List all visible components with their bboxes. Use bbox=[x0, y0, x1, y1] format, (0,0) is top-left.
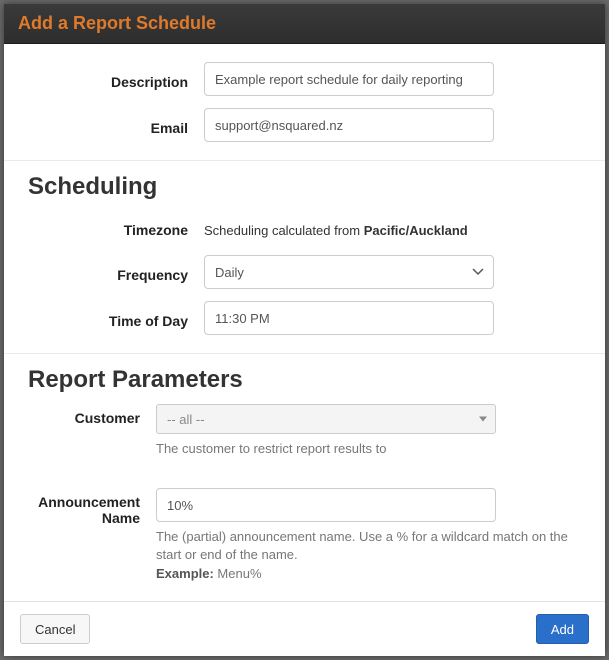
frequency-select[interactable] bbox=[204, 255, 494, 289]
row-customer: Customer -- all -- The customer to restr… bbox=[4, 398, 605, 464]
label-customer: Customer bbox=[10, 404, 156, 458]
divider-report-params bbox=[4, 353, 605, 354]
customer-combobox[interactable]: -- all -- bbox=[156, 404, 496, 434]
divider-scheduling bbox=[4, 160, 605, 161]
field-customer: -- all -- The customer to restrict repor… bbox=[156, 404, 585, 458]
row-timezone: Timezone Scheduling calculated from Paci… bbox=[4, 205, 605, 249]
modal-body: Description Email Scheduling Timezone Sc… bbox=[4, 44, 605, 601]
label-announcement-name: Announcement Name bbox=[10, 488, 156, 583]
add-report-schedule-modal: Add a Report Schedule Description Email … bbox=[4, 4, 605, 656]
modal-backdrop: Add a Report Schedule Description Email … bbox=[0, 0, 609, 660]
row-email: Email bbox=[4, 102, 605, 148]
heading-scheduling: Scheduling bbox=[4, 167, 605, 205]
field-announcement-name: The (partial) announcement name. Use a %… bbox=[156, 488, 585, 583]
field-email bbox=[204, 108, 544, 142]
modal-header: Add a Report Schedule bbox=[4, 4, 605, 44]
customer-combobox-value: -- all -- bbox=[167, 412, 205, 427]
announcement-name-help: The (partial) announcement name. Use a %… bbox=[156, 528, 585, 583]
timezone-value: Pacific/Auckland bbox=[364, 223, 468, 238]
add-button[interactable]: Add bbox=[536, 614, 589, 644]
timezone-text: Scheduling calculated from Pacific/Auckl… bbox=[204, 217, 585, 238]
modal-title: Add a Report Schedule bbox=[18, 13, 216, 34]
label-time-of-day: Time of Day bbox=[24, 307, 204, 329]
row-time-of-day: Time of Day bbox=[4, 295, 605, 341]
label-description: Description bbox=[24, 68, 204, 90]
label-frequency: Frequency bbox=[24, 261, 204, 283]
heading-report-parameters: Report Parameters bbox=[4, 360, 605, 398]
announcement-name-help-text: The (partial) announcement name. Use a %… bbox=[156, 529, 568, 562]
dropdown-arrow-icon bbox=[479, 417, 487, 422]
row-announcement-name: Announcement Name The (partial) announce… bbox=[4, 482, 605, 589]
field-frequency bbox=[204, 255, 544, 289]
label-email: Email bbox=[24, 114, 204, 136]
description-input[interactable] bbox=[204, 62, 494, 96]
field-time-of-day bbox=[204, 301, 544, 335]
time-of-day-input[interactable] bbox=[204, 301, 494, 335]
cancel-button[interactable]: Cancel bbox=[20, 614, 90, 644]
row-frequency: Frequency bbox=[4, 249, 605, 295]
announcement-name-input[interactable] bbox=[156, 488, 496, 522]
announcement-example-label: Example: bbox=[156, 566, 214, 581]
label-timezone: Timezone bbox=[24, 216, 204, 238]
customer-help-text: The customer to restrict report results … bbox=[156, 440, 585, 458]
email-input[interactable] bbox=[204, 108, 494, 142]
row-description: Description bbox=[4, 56, 605, 102]
modal-footer: Cancel Add bbox=[4, 601, 605, 656]
field-description bbox=[204, 62, 544, 96]
announcement-example-value: Menu% bbox=[214, 566, 262, 581]
timezone-prefix: Scheduling calculated from bbox=[204, 223, 364, 238]
